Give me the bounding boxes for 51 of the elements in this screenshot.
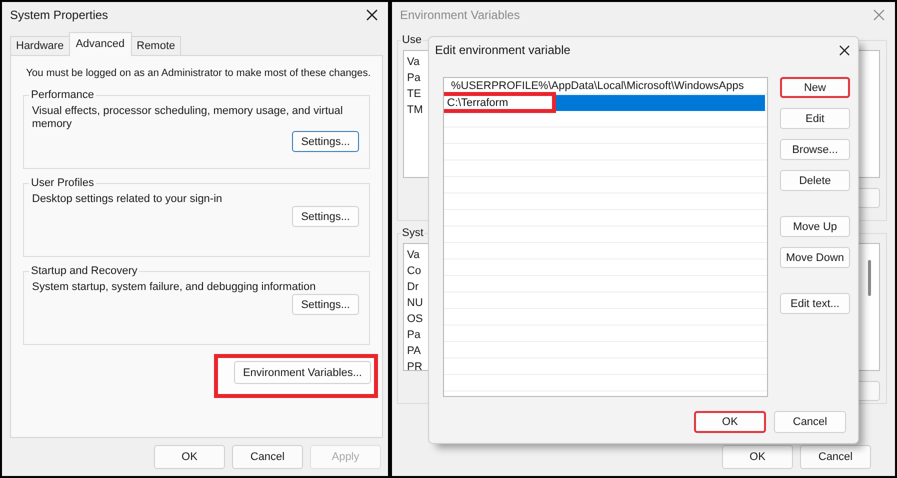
dialog-button[interactable]: Cancel: [774, 411, 846, 433]
side-button[interactable]: Edit text...: [780, 293, 850, 314]
list-row[interactable]: C:\Terraform: [446, 94, 765, 111]
list-item[interactable]: TM: [407, 102, 423, 118]
close-icon[interactable]: [839, 44, 850, 56]
side-button[interactable]: Browse...: [780, 139, 850, 160]
dialog-button[interactable]: Cancel: [232, 445, 303, 469]
tab[interactable]: Hardware: [10, 36, 70, 55]
side-button[interactable]: Move Down: [780, 247, 850, 268]
path-text: %USERPROFILE%\AppData\Local\Microsoft\WindowsApps: [450, 80, 744, 92]
list-item[interactable]: PA: [407, 343, 421, 359]
list-item[interactable]: PR: [407, 359, 422, 375]
dialog-title: Edit environment variable: [435, 43, 570, 57]
close-icon[interactable]: [366, 9, 378, 21]
list-item[interactable]: Pa: [407, 327, 420, 343]
window-title: Environment Variables: [400, 8, 520, 22]
list-item[interactable]: Dr: [407, 279, 419, 295]
group-title: Performance: [30, 89, 95, 101]
dialog-button[interactable]: OK: [694, 411, 766, 433]
dialog-button[interactable]: Cancel: [800, 445, 871, 469]
settings-button[interactable]: Settings...: [292, 131, 359, 152]
side-button[interactable]: Delete: [780, 170, 850, 191]
group-description: Visual effects, processor scheduling, memory usage, and virtual memory: [32, 105, 344, 131]
group-title: User Profiles: [30, 177, 95, 189]
dialog-button[interactable]: OK: [722, 445, 793, 469]
dialog-button[interactable]: OK: [154, 445, 225, 469]
settings-button[interactable]: Settings...: [292, 294, 359, 315]
side-button[interactable]: Move Up: [780, 216, 850, 237]
list-item[interactable]: Va: [407, 247, 420, 263]
window-title: System Properties: [10, 8, 108, 22]
tab[interactable]: Advanced: [68, 32, 132, 56]
scrollbar-thumb[interactable]: [868, 260, 871, 296]
list-row[interactable]: %USERPROFILE%\AppData\Local\Microsoft\WindowsApps: [446, 78, 765, 94]
side-button[interactable]: Edit: [780, 108, 850, 129]
list-item[interactable]: OS: [407, 311, 423, 327]
environment-variables-button[interactable]: Environment Variables...: [234, 361, 371, 384]
side-button[interactable]: New: [780, 77, 850, 98]
group-title: Use: [401, 34, 423, 46]
group-title: Syst: [401, 227, 424, 239]
list-item[interactable]: TE: [407, 86, 422, 102]
notice-text: You must be logged on as an Administrator to make most of these changes.: [25, 68, 372, 79]
settings-button[interactable]: Settings...: [292, 206, 359, 227]
group-description: Desktop settings related to your sign-in: [32, 193, 224, 206]
list-item[interactable]: NU: [407, 295, 423, 311]
list-item[interactable]: Va: [407, 54, 420, 70]
list-item[interactable]: Co: [407, 263, 422, 279]
group-title: Startup and Recovery: [30, 265, 138, 277]
input-field[interactable]: C:\Terraform: [444, 92, 556, 114]
tab[interactable]: Remote: [130, 36, 182, 55]
group-description: System startup, system failure, and debugging information: [32, 281, 317, 294]
list-item[interactable]: Pa: [407, 70, 420, 86]
